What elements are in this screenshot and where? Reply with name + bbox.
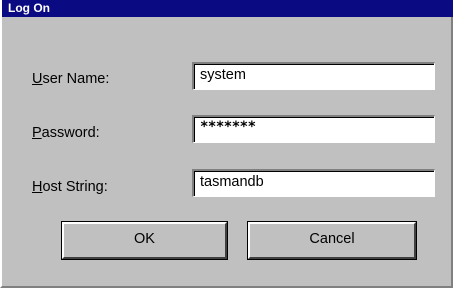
user-name-label-text: ser Name: xyxy=(42,71,110,87)
host-string-label: Host String: xyxy=(32,178,108,196)
cancel-button[interactable]: Cancel xyxy=(247,221,417,260)
log-on-dialog: Log On User Name: system Password: *****… xyxy=(0,0,453,288)
ok-button[interactable]: OK xyxy=(61,221,228,260)
title-bar[interactable]: Log On xyxy=(2,0,453,17)
window-title: Log On xyxy=(8,1,50,15)
host-string-label-text: ost String: xyxy=(42,179,108,195)
user-name-label-mnemonic: U xyxy=(32,71,43,87)
password-label-mnemonic: P xyxy=(32,125,42,141)
password-label-text: assword: xyxy=(41,125,100,141)
password-field[interactable]: ******* xyxy=(192,115,435,143)
password-label: Password: xyxy=(32,124,100,142)
host-string-label-mnemonic: H xyxy=(32,179,43,195)
user-name-field[interactable]: system xyxy=(192,62,435,90)
user-name-label: User Name: xyxy=(32,70,109,88)
host-string-field[interactable]: tasmandb xyxy=(192,169,435,197)
